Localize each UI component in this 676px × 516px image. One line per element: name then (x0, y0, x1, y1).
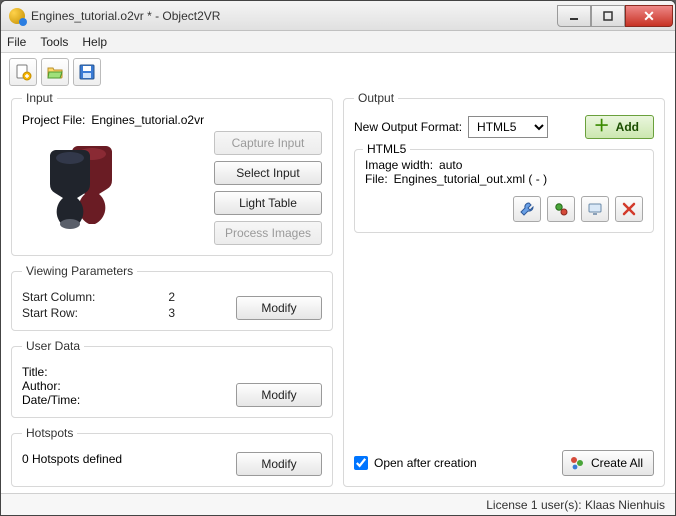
right-column: Output New Output Format: HTML5 ＋ Add HT… (343, 91, 665, 487)
left-column: Input Project File: Engines_tutorial.o2v… (11, 91, 333, 487)
menubar: File Tools Help (1, 31, 675, 53)
main-window: Engines_tutorial.o2vr * - Object2VR ✕ Fi… (0, 0, 676, 516)
window-controls: ✕ (557, 5, 673, 27)
maximize-button[interactable] (591, 5, 625, 27)
open-after-input[interactable] (354, 456, 368, 470)
outfile-label: File: (365, 172, 388, 186)
delete-x-icon (621, 201, 637, 217)
open-after-checkbox[interactable]: Open after creation (354, 456, 477, 470)
output-legend: Output (354, 91, 398, 105)
title-label: Title: (22, 365, 236, 379)
output-sub-legend: HTML5 (363, 142, 410, 156)
output-html5-panel: HTML5 Image width: auto File: Engines_tu… (354, 149, 654, 233)
close-button[interactable]: ✕ (625, 5, 673, 27)
window-title: Engines_tutorial.o2vr * - Object2VR (31, 9, 557, 23)
menu-help[interactable]: Help (82, 35, 107, 49)
wrench-icon (519, 201, 535, 217)
save-icon (78, 63, 96, 81)
output-edit-button[interactable] (513, 196, 541, 222)
create-all-button[interactable]: Create All (562, 450, 654, 476)
imgwidth-label: Image width: (365, 158, 433, 172)
folder-open-icon (46, 63, 64, 81)
toolbar-open-button[interactable] (41, 58, 69, 86)
userdata-panel: User Data Title: Author: Date/Time: Modi… (11, 339, 333, 418)
output-delete-button[interactable] (615, 196, 643, 222)
userdata-modify-button[interactable]: Modify (236, 383, 322, 407)
projectfile-label: Project File: (22, 113, 85, 127)
author-label: Author: (22, 379, 236, 393)
imgwidth-value: auto (439, 158, 462, 172)
startcol-label: Start Column: (22, 290, 156, 304)
license-text: License 1 user(s): Klaas Nienhuis (486, 498, 665, 512)
output-format-select[interactable]: HTML5 (468, 116, 548, 138)
statusbar: License 1 user(s): Klaas Nienhuis (1, 493, 675, 515)
process-images-button[interactable]: Process Images (214, 221, 322, 245)
gears-multi-icon (569, 455, 585, 471)
startcol-value: 2 (168, 290, 236, 304)
outfile-value: Engines_tutorial_out.xml ( - ) (394, 172, 547, 186)
startrow-value: 3 (168, 306, 236, 320)
light-table-button[interactable]: Light Table (214, 191, 322, 215)
engines-icon (32, 136, 142, 236)
projectfile-value: Engines_tutorial.o2vr (91, 113, 204, 127)
preview-thumbnail (22, 131, 152, 241)
output-preview-button[interactable] (581, 196, 609, 222)
minimize-button[interactable] (557, 5, 591, 27)
viewing-params-panel: Viewing Parameters Start Column: 2 Start… (11, 264, 333, 331)
select-input-button[interactable]: Select Input (214, 161, 322, 185)
userdata-legend: User Data (22, 339, 84, 353)
viewing-modify-button[interactable]: Modify (236, 296, 322, 320)
toolbar-save-button[interactable] (73, 58, 101, 86)
viewing-legend: Viewing Parameters (22, 264, 137, 278)
toolbar (1, 53, 675, 91)
hotspots-panel: Hotspots 0 Hotspots defined Modify (11, 426, 333, 487)
menu-file[interactable]: File (7, 35, 26, 49)
gears-icon (553, 201, 569, 217)
titlebar[interactable]: Engines_tutorial.o2vr * - Object2VR ✕ (1, 1, 675, 31)
startrow-label: Start Row: (22, 306, 156, 320)
content-area: Input Project File: Engines_tutorial.o2v… (1, 91, 675, 493)
hotspots-count: 0 Hotspots defined (22, 452, 122, 466)
toolbar-new-button[interactable] (9, 58, 37, 86)
app-icon (9, 8, 25, 24)
hotspots-modify-button[interactable]: Modify (236, 452, 322, 476)
capture-input-button[interactable]: Capture Input (214, 131, 322, 155)
output-panel: Output New Output Format: HTML5 ＋ Add HT… (343, 91, 665, 487)
monitor-icon (587, 201, 603, 217)
output-settings-button[interactable] (547, 196, 575, 222)
input-legend: Input (22, 91, 57, 105)
open-after-label: Open after creation (374, 456, 477, 470)
datetime-label: Date/Time: (22, 393, 236, 407)
hotspots-legend: Hotspots (22, 426, 77, 440)
newformat-label: New Output Format: (354, 120, 462, 134)
menu-tools[interactable]: Tools (40, 35, 68, 49)
input-panel: Input Project File: Engines_tutorial.o2v… (11, 91, 333, 256)
add-output-button[interactable]: ＋ Add (585, 115, 654, 139)
plus-icon: ＋ (594, 119, 610, 135)
document-new-icon (14, 63, 32, 81)
